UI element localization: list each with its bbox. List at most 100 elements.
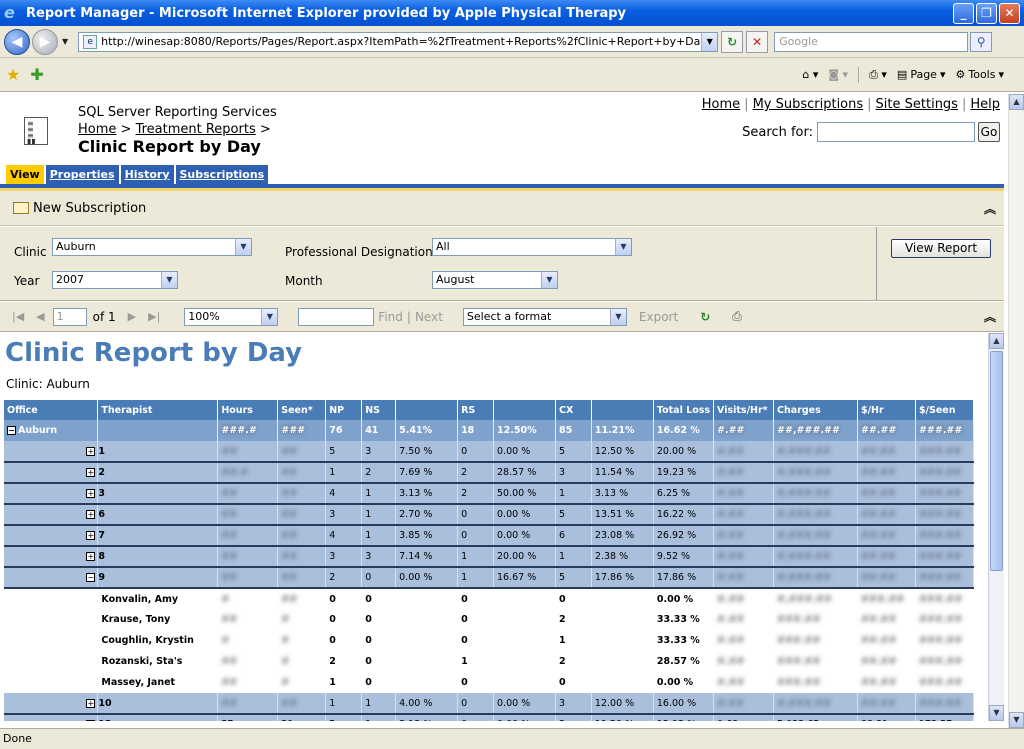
go-button[interactable]: Go <box>978 122 1000 142</box>
minimize-button[interactable]: _ <box>953 2 974 24</box>
last-page-icon[interactable]: ▶| <box>148 310 160 323</box>
maximize-button[interactable]: ❐ <box>976 2 997 24</box>
collapse-icon[interactable]: ︽ <box>984 200 996 217</box>
previous-page-icon[interactable]: ◀ <box>36 310 44 323</box>
zoom-select[interactable]: 100% ▼ <box>184 307 279 326</box>
designation-select[interactable]: All ▼ <box>432 238 632 256</box>
address-field[interactable]: e http://winesap:8080/Reports/Pages/Repo… <box>78 31 719 52</box>
group-row[interactable]: +8 ## ## 3 3 7.14 % 1 20.00 % 1 2.38 % 9.52 % #.## #… <box>4 546 975 568</box>
office-row[interactable]: − Auburn ###.# ### 76 41 5.41% 18 12.50% … <box>4 420 975 441</box>
home-link[interactable]: Home <box>702 97 740 112</box>
chevron-down-icon[interactable]: ▼ <box>541 272 557 288</box>
home-icon[interactable]: ⌂ ▾ <box>802 68 818 81</box>
new-subscription-icon[interactable] <box>13 202 29 214</box>
favorites-star-icon[interactable]: ★ <box>6 65 20 84</box>
find-link[interactable]: Find <box>378 310 403 324</box>
report-scrollbar[interactable]: ▲ ▼ <box>988 333 1004 721</box>
breadcrumb-home-link[interactable]: Home <box>78 122 116 137</box>
cell: 1 <box>361 504 397 526</box>
refresh-report-icon[interactable]: ↻ <box>700 310 710 324</box>
expand-box-icon[interactable]: + <box>86 446 96 456</box>
close-button[interactable]: ✕ <box>999 2 1020 24</box>
tab-properties[interactable]: Properties <box>45 165 119 184</box>
expand-box-icon[interactable]: + <box>86 468 96 477</box>
group-toggle-cell[interactable]: 2 <box>97 462 219 484</box>
new-subscription-link[interactable]: New Subscription <box>33 201 146 216</box>
group-toggle-cell[interactable]: 10 <box>97 693 219 715</box>
back-button[interactable]: ◀ <box>4 28 30 55</box>
site-settings-link[interactable]: Site Settings <box>876 97 958 112</box>
tab-history[interactable]: History <box>120 165 174 184</box>
tab-subscriptions[interactable]: Subscriptions <box>175 165 269 184</box>
expand-box-icon[interactable]: + <box>86 720 96 721</box>
history-dropdown-icon[interactable]: ▼ <box>62 37 68 46</box>
group-row[interactable]: −9 ## ## 2 0 0.00 % 1 16.67 % 5 17.86 % 17.86 % #.#… <box>4 567 975 589</box>
scroll-up-icon[interactable]: ▲ <box>1009 94 1024 110</box>
scroll-up-icon[interactable]: ▲ <box>989 333 1004 349</box>
forward-button[interactable]: ▶ <box>32 28 58 55</box>
collapse-box-icon[interactable]: − <box>86 573 96 582</box>
chevron-down-icon[interactable]: ▼ <box>609 308 626 325</box>
page-number-input[interactable]: 1 <box>52 307 87 326</box>
my-subscriptions-link[interactable]: My Subscriptions <box>753 97 864 112</box>
chevron-down-icon[interactable]: ▼ <box>615 239 631 255</box>
first-page-icon[interactable]: |◀ <box>12 310 24 323</box>
expand-box-icon[interactable]: + <box>86 510 96 519</box>
next-link[interactable]: Next <box>415 310 443 324</box>
group-toggle-cell[interactable]: 8 <box>97 546 219 568</box>
scroll-down-icon[interactable]: ▼ <box>1009 712 1024 728</box>
group-toggle-cell[interactable]: 1 <box>97 441 219 463</box>
group-toggle-cell[interactable]: 12 <box>97 714 219 721</box>
group-toggle-cell[interactable]: 9 <box>97 567 219 589</box>
group-row[interactable]: +3 ## ## 4 1 3.13 % 2 50.00 % 1 3.13 % 6.25 % #.## #… <box>4 483 975 505</box>
tools-menu[interactable]: ⚙ Tools ▾ <box>955 68 1004 81</box>
url-text[interactable]: http://winesap:8080/Reports/Pages/Report… <box>101 35 701 48</box>
web-search-input[interactable]: Google <box>774 31 969 52</box>
expand-box-icon[interactable]: + <box>86 489 96 498</box>
group-row[interactable]: +6 ## ## 3 1 2.70 % 0 0.00 % 5 13.51 % 16.22 % #.##… <box>4 504 975 526</box>
expand-box-icon[interactable]: + <box>86 552 96 561</box>
chevron-down-icon[interactable]: ▼ <box>235 239 251 255</box>
next-page-icon[interactable]: ▶ <box>128 310 136 323</box>
format-select[interactable]: Select a format ▼ <box>462 307 627 326</box>
feeds-icon[interactable]: ◙ ▾ <box>828 68 848 81</box>
search-icon[interactable]: ⚲ <box>970 31 993 52</box>
export-link[interactable]: Export <box>639 310 678 324</box>
group-toggle-cell[interactable]: 7 <box>97 525 219 547</box>
stop-icon[interactable]: ✕ <box>746 30 769 53</box>
scroll-thumb[interactable] <box>990 351 1003 571</box>
group-row[interactable]: +12 5729513.13 %00.00 %311.29 %12.93 %0.6… <box>4 714 975 721</box>
view-report-button[interactable]: View Report <box>891 239 991 258</box>
chevron-down-icon[interactable]: ▼ <box>261 308 278 325</box>
add-favorites-icon[interactable]: ✚ <box>30 65 43 84</box>
collapse-box-icon[interactable]: − <box>7 426 16 435</box>
tab-view[interactable]: View <box>6 165 44 184</box>
scroll-down-icon[interactable]: ▼ <box>989 705 1004 721</box>
chevron-down-icon[interactable]: ▼ <box>161 272 177 288</box>
month-select[interactable]: August ▼ <box>432 271 558 289</box>
url-dropdown-icon[interactable]: ▼ <box>701 32 718 51</box>
print-icon[interactable]: ⎙ ▾ <box>869 68 887 82</box>
group-row[interactable]: +2 ##.# ## 1 2 7.69 % 2 28.57 % 3 11.54 % 19.23 % #… <box>4 462 975 484</box>
group-toggle-cell[interactable]: 3 <box>97 483 219 505</box>
page-menu[interactable]: ▤ Page ▾ <box>897 68 946 81</box>
page-icon: e <box>83 34 98 49</box>
expand-box-icon[interactable]: + <box>86 698 96 708</box>
site-search-input[interactable] <box>817 122 975 142</box>
help-link[interactable]: Help <box>970 97 1000 112</box>
refresh-icon[interactable]: ↻ <box>721 30 744 53</box>
find-input[interactable] <box>298 307 375 326</box>
group-row[interactable]: +1 ## ## 5 3 7.50 % 0 0.00 % 5 12.50 % 20.00 % #.##… <box>4 441 975 463</box>
group-row[interactable]: +7 ## ## 4 1 3.85 % 0 0.00 % 6 23.08 % 26.92 % #.##… <box>4 525 975 547</box>
group-toggle-cell[interactable]: 6 <box>97 504 219 526</box>
page-scrollbar[interactable]: ▲ ▼ <box>1008 94 1024 728</box>
expand-box-icon[interactable]: + <box>86 531 96 540</box>
print-icon[interactable]: ⎙ <box>732 309 742 324</box>
office-cell[interactable]: − Auburn <box>4 420 99 441</box>
clinic-select[interactable]: Auburn ▼ <box>52 238 252 256</box>
year-select[interactable]: 2007 ▼ <box>52 271 178 289</box>
breadcrumb-folder-link[interactable]: Treatment Reports <box>136 122 256 137</box>
group-row[interactable]: +10 ## ## 1 1 4.00 % 0 0.00 % 3 12.00 % 16.00 % #.#… <box>4 693 975 715</box>
collapse-toolbar-icon[interactable]: ︽ <box>984 308 996 325</box>
cell: 20.00 % <box>493 546 556 568</box>
